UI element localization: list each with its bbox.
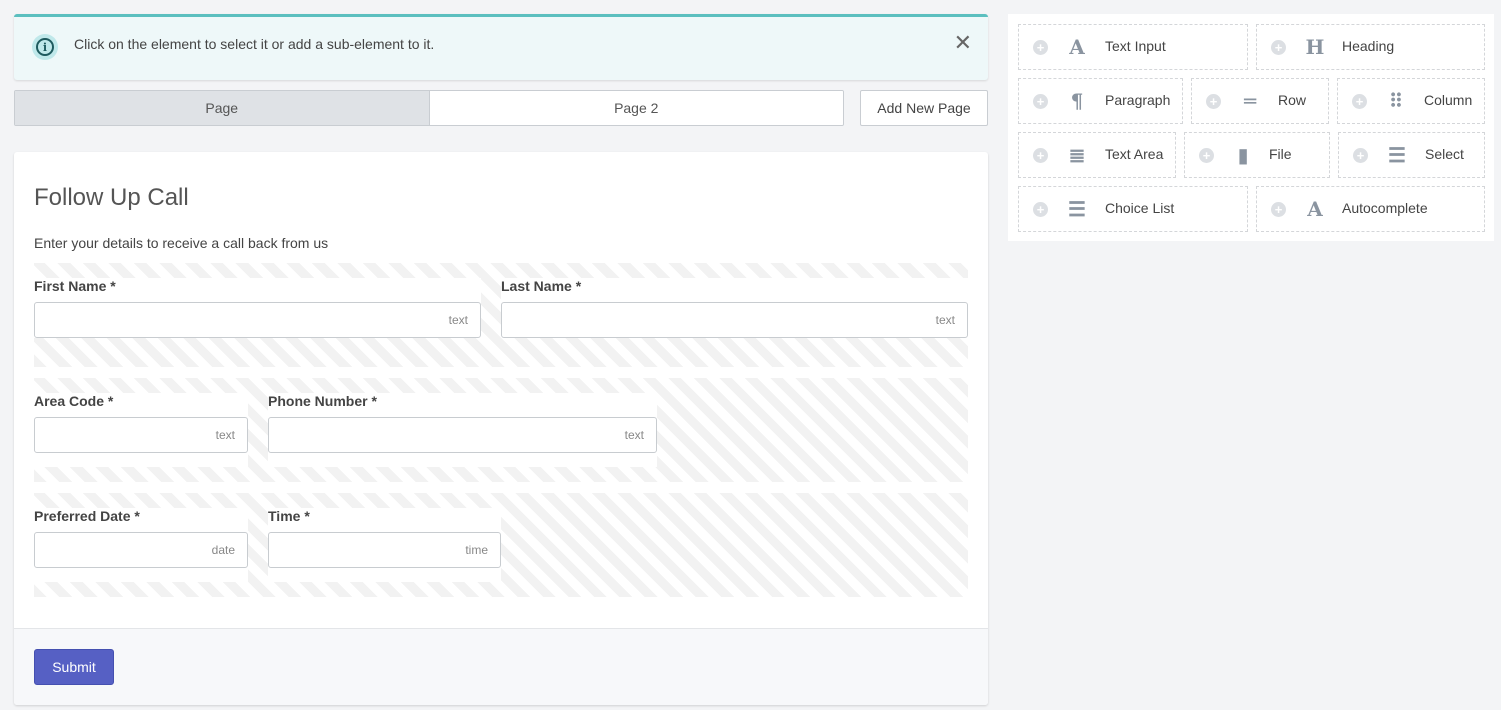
palette-item-label: Paragraph (1105, 92, 1171, 108)
row-icon: ═ (1243, 89, 1257, 113)
plus-icon: + (1033, 40, 1048, 55)
close-icon[interactable]: ✕ (954, 32, 972, 54)
palette-item-select[interactable]: + ☰ Select (1338, 132, 1485, 178)
tab-page-2[interactable]: Page 2 (429, 91, 843, 125)
palette-item-label: Heading (1342, 38, 1395, 54)
palette-item-label: Autocomplete (1342, 200, 1428, 216)
palette-item-autocomplete[interactable]: + A Autocomplete (1256, 186, 1485, 232)
info-alert: i Click on the element to select it or a… (14, 14, 988, 80)
field-label: Last Name * (501, 278, 582, 294)
plus-icon: + (1199, 148, 1214, 163)
file-icon: ▮ (1237, 143, 1249, 167)
palette-item-label: Column (1424, 92, 1473, 108)
form-description[interactable]: Enter your details to receive a call bac… (34, 235, 328, 251)
add-new-page-button[interactable]: Add New Page (860, 90, 988, 126)
plus-icon: + (1271, 40, 1286, 55)
palette-item-label: Choice List (1105, 200, 1175, 216)
field-last-name[interactable]: Last Name * text (501, 278, 968, 338)
choice-list-icon: ☰ (1068, 197, 1086, 221)
time-input[interactable]: time (268, 532, 501, 568)
first-name-input[interactable]: text (34, 302, 481, 338)
form-footer: Submit (14, 628, 988, 705)
form-canvas[interactable]: Follow Up Call Enter your details to rec… (14, 152, 988, 705)
tab-page[interactable]: Page (15, 91, 430, 125)
palette-item-choice-list[interactable]: + ☰ Choice List (1018, 186, 1248, 232)
palette-item-paragraph[interactable]: + ¶ Paragraph (1018, 78, 1183, 124)
field-label: Area Code * (34, 393, 114, 409)
palette-item-label: Text Input (1105, 38, 1166, 54)
text-input-icon: A (1069, 35, 1085, 59)
palette-item-column[interactable]: + ⠿ Column (1337, 78, 1485, 124)
page-tabs: Page Page 2 (14, 90, 844, 126)
palette-item-label: File (1269, 146, 1292, 162)
plus-icon: + (1352, 94, 1367, 109)
palette-item-heading[interactable]: + H Heading (1256, 24, 1485, 70)
preferred-date-input[interactable]: date (34, 532, 248, 568)
palette-item-file[interactable]: + ▮ File (1184, 132, 1330, 178)
last-name-input[interactable]: text (501, 302, 968, 338)
palette-item-label: Text Area (1105, 146, 1164, 162)
form-title[interactable]: Follow Up Call (34, 184, 189, 212)
plus-icon: + (1206, 94, 1221, 109)
palette-item-label: Select (1425, 146, 1464, 162)
area-code-input[interactable]: text (34, 417, 248, 453)
field-time[interactable]: Time * time (268, 508, 501, 582)
text-area-icon: ≣ (1068, 143, 1086, 167)
submit-button[interactable]: Submit (34, 649, 114, 685)
palette-item-text-input[interactable]: + A Text Input (1018, 24, 1248, 70)
column-icon: ⠿ (1388, 89, 1404, 113)
plus-icon: + (1271, 202, 1286, 217)
phone-number-input[interactable]: text (268, 417, 657, 453)
palette-item-text-area[interactable]: + ≣ Text Area (1018, 132, 1176, 178)
alert-message: Click on the element to select it or add… (74, 36, 435, 52)
field-phone-number[interactable]: Phone Number * text (268, 393, 657, 467)
field-label: First Name * (34, 278, 116, 294)
field-label: Time * (268, 508, 310, 524)
plus-icon: + (1033, 148, 1048, 163)
plus-icon: + (1353, 148, 1368, 163)
info-icon: i (32, 34, 58, 60)
field-label: Phone Number * (268, 393, 377, 409)
element-palette: + A Text Input + H Heading + ¶ Paragraph… (1008, 14, 1494, 241)
plus-icon: + (1033, 94, 1048, 109)
autocomplete-icon: A (1307, 197, 1323, 221)
paragraph-icon: ¶ (1070, 89, 1084, 113)
field-preferred-date[interactable]: Preferred Date * date (34, 508, 248, 582)
select-list-icon: ☰ (1388, 143, 1406, 167)
palette-item-row[interactable]: + ═ Row (1191, 78, 1329, 124)
heading-icon: H (1305, 35, 1325, 59)
palette-item-label: Row (1278, 92, 1307, 108)
field-area-code[interactable]: Area Code * text (34, 393, 248, 467)
field-first-name[interactable]: First Name * text (34, 278, 481, 338)
field-label: Preferred Date * (34, 508, 140, 524)
plus-icon: + (1033, 202, 1048, 217)
